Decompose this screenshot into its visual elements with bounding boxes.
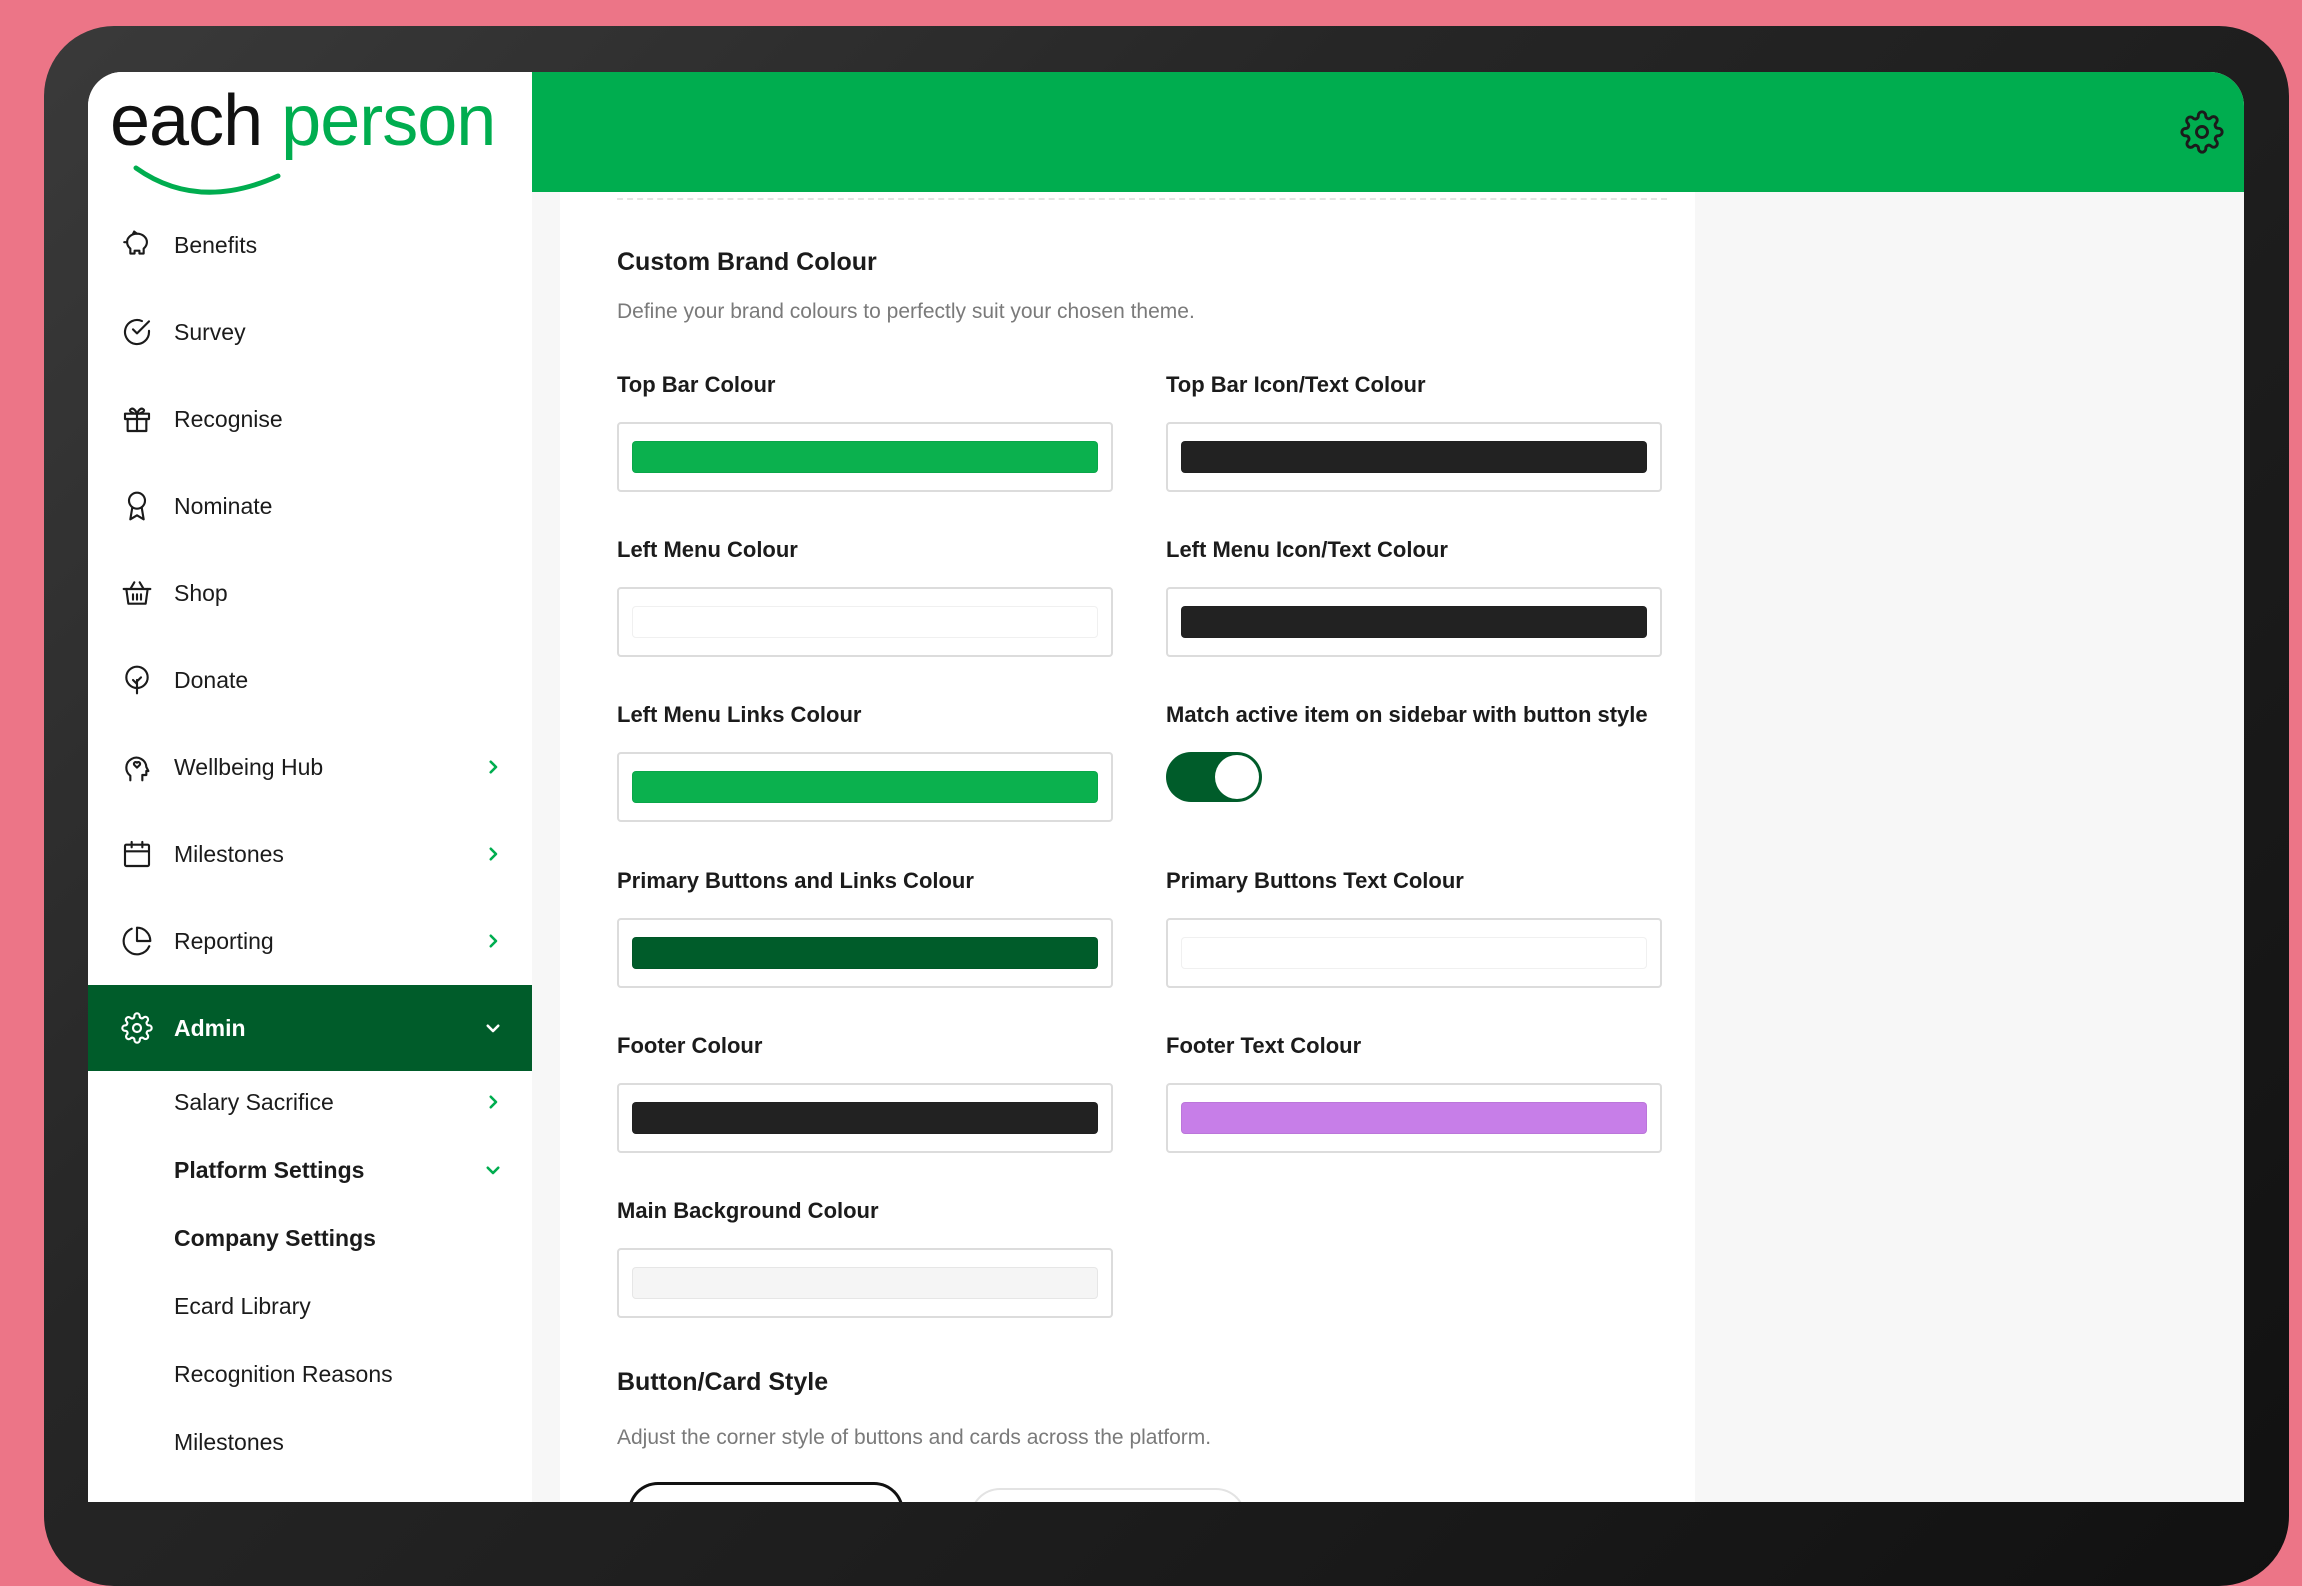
sidebar-item-label: Nominate	[174, 492, 273, 519]
section-description: Define your brand colours to perfectly s…	[617, 300, 1195, 323]
sidebar-item-label: Shop	[174, 579, 228, 606]
sidebar-item-label: Wellbeing Hub	[174, 753, 324, 780]
primary-buttons-links-colour-picker[interactable]	[617, 918, 1113, 988]
colour-swatch	[1181, 937, 1647, 969]
chevron-right-icon	[489, 760, 498, 774]
logo-word-person: person	[281, 81, 496, 161]
sidebar-item-label: Admin	[174, 1014, 246, 1041]
field-label: Top Bar Icon/Text Colour	[1166, 372, 1426, 397]
piggy-bank-icon	[120, 228, 154, 262]
primary-buttons-text-colour-picker[interactable]	[1166, 918, 1662, 988]
sidebar-item-label: Donate	[174, 666, 249, 693]
sidebar-item-admin[interactable]: Admin	[88, 985, 532, 1071]
basket-icon	[120, 576, 154, 610]
sidebar-item-wellbeing-hub[interactable]: Wellbeing Hub	[88, 724, 532, 810]
main-content: Custom Brand Colour Define your brand co…	[532, 192, 2244, 1502]
sidebar-item-reporting[interactable]: Reporting	[88, 898, 532, 984]
sidebar-subitem-label: Platform Settings	[174, 1156, 365, 1183]
field-label: Left Menu Links Colour	[617, 702, 862, 727]
chevron-down-icon	[486, 1024, 500, 1033]
gear-icon[interactable]	[2180, 110, 2224, 154]
check-circle-icon	[120, 315, 154, 349]
sidebar-subitem-milestones[interactable]: Milestones	[88, 1412, 532, 1472]
pie-chart-icon	[120, 924, 154, 958]
logo-wordmark: each person	[110, 80, 496, 162]
section-title: Button/Card Style	[617, 1368, 829, 1396]
left-menu-icon-text-colour-picker[interactable]	[1166, 587, 1662, 657]
colour-swatch	[632, 771, 1098, 803]
logo-word-each: each	[110, 81, 263, 161]
chevron-right-icon	[489, 847, 498, 861]
colour-swatch	[1181, 441, 1647, 473]
field-label: Primary Buttons Text Colour	[1166, 868, 1464, 893]
head-heart-icon	[120, 750, 154, 784]
tree-icon	[120, 663, 154, 697]
colour-swatch	[632, 1102, 1098, 1134]
main-background-colour-picker[interactable]	[617, 1248, 1113, 1318]
sidebar-item-recognise[interactable]: Recognise	[88, 376, 532, 462]
sidebar-subitem-recognition-reasons[interactable]: Recognition Reasons	[88, 1344, 532, 1404]
field-label: Footer Text Colour	[1166, 1033, 1362, 1058]
each-person-logo[interactable]: each person	[110, 80, 520, 205]
app-screen: each person Benefits Survey Recognise No…	[88, 72, 2244, 1502]
sidebar-item-label: Reporting	[174, 927, 274, 954]
calendar-icon	[120, 837, 154, 871]
sidebar-item-survey[interactable]: Survey	[88, 289, 532, 375]
colour-swatch	[632, 937, 1098, 969]
left-menu-links-colour-picker[interactable]	[617, 752, 1113, 822]
sidebar-subitem-ecard-library[interactable]: Ecard Library	[88, 1276, 532, 1336]
sidebar-item-benefits[interactable]: Benefits	[88, 202, 532, 288]
divider	[617, 192, 1667, 200]
field-label: Footer Colour	[617, 1033, 763, 1058]
award-ribbon-icon	[120, 489, 154, 523]
field-label: Primary Buttons and Links Colour	[617, 868, 974, 893]
chevron-right-icon	[489, 934, 498, 948]
chevron-down-icon	[486, 1166, 500, 1175]
sidebar-subitem-label: Recognition Reasons	[174, 1360, 393, 1387]
colour-swatch	[1181, 1102, 1647, 1134]
footer-text-colour-picker[interactable]	[1166, 1083, 1662, 1153]
rounded-style-option[interactable]	[628, 1482, 904, 1502]
settings-panel: Custom Brand Colour Define your brand co…	[560, 192, 1695, 1502]
field-label: Left Menu Colour	[617, 537, 798, 562]
sidebar-subitem-company-settings[interactable]: Company Settings	[88, 1208, 532, 1268]
sidebar-item-label: Survey	[174, 318, 246, 345]
gift-icon	[120, 402, 154, 436]
field-label: Top Bar Colour	[617, 372, 776, 397]
match-active-item-toggle[interactable]	[1166, 752, 1262, 802]
square-style-option[interactable]	[970, 1488, 1246, 1502]
top-bar-icon-text-colour-picker[interactable]	[1166, 422, 1662, 492]
colour-swatch	[632, 1267, 1098, 1299]
sidebar-subitem-platform-settings[interactable]: Platform Settings	[88, 1140, 532, 1200]
logo-smile-icon	[133, 165, 281, 195]
section-title: Custom Brand Colour	[617, 248, 877, 276]
chevron-right-icon	[489, 1095, 498, 1109]
sidebar-subitem-salary-sacrifice[interactable]: Salary Sacrifice	[88, 1072, 532, 1132]
field-label: Left Menu Icon/Text Colour	[1166, 537, 1448, 562]
sidebar-subitem-label: Salary Sacrifice	[174, 1088, 334, 1115]
sidebar-subitem-label: Milestones	[174, 1428, 284, 1455]
section-description: Adjust the corner style of buttons and c…	[617, 1426, 1212, 1449]
colour-swatch	[1181, 606, 1647, 638]
sidebar-item-donate[interactable]: Donate	[88, 637, 532, 723]
field-label: Main Background Colour	[617, 1198, 879, 1223]
sidebar-item-label: Benefits	[174, 231, 258, 258]
field-label: Match active item on sidebar with button…	[1166, 702, 1648, 727]
toggle-knob	[1215, 755, 1259, 799]
sidebar-subitem-label: Ecard Library	[174, 1292, 311, 1319]
footer-colour-picker[interactable]	[617, 1083, 1113, 1153]
left-menu-colour-picker[interactable]	[617, 587, 1113, 657]
sidebar-subitem-label: Company Settings	[174, 1224, 376, 1251]
colour-swatch	[632, 606, 1098, 638]
sidebar-item-nominate[interactable]: Nominate	[88, 463, 532, 549]
colour-swatch	[632, 441, 1098, 473]
sidebar-item-label: Recognise	[174, 405, 283, 432]
top-bar	[532, 72, 2244, 192]
sidebar-item-milestones[interactable]: Milestones	[88, 811, 532, 897]
sidebar-item-shop[interactable]: Shop	[88, 550, 532, 636]
gear-icon	[120, 1011, 154, 1045]
sidebar-item-label: Milestones	[174, 840, 284, 867]
sidebar: each person Benefits Survey Recognise No…	[88, 72, 532, 1502]
top-bar-colour-picker[interactable]	[617, 422, 1113, 492]
